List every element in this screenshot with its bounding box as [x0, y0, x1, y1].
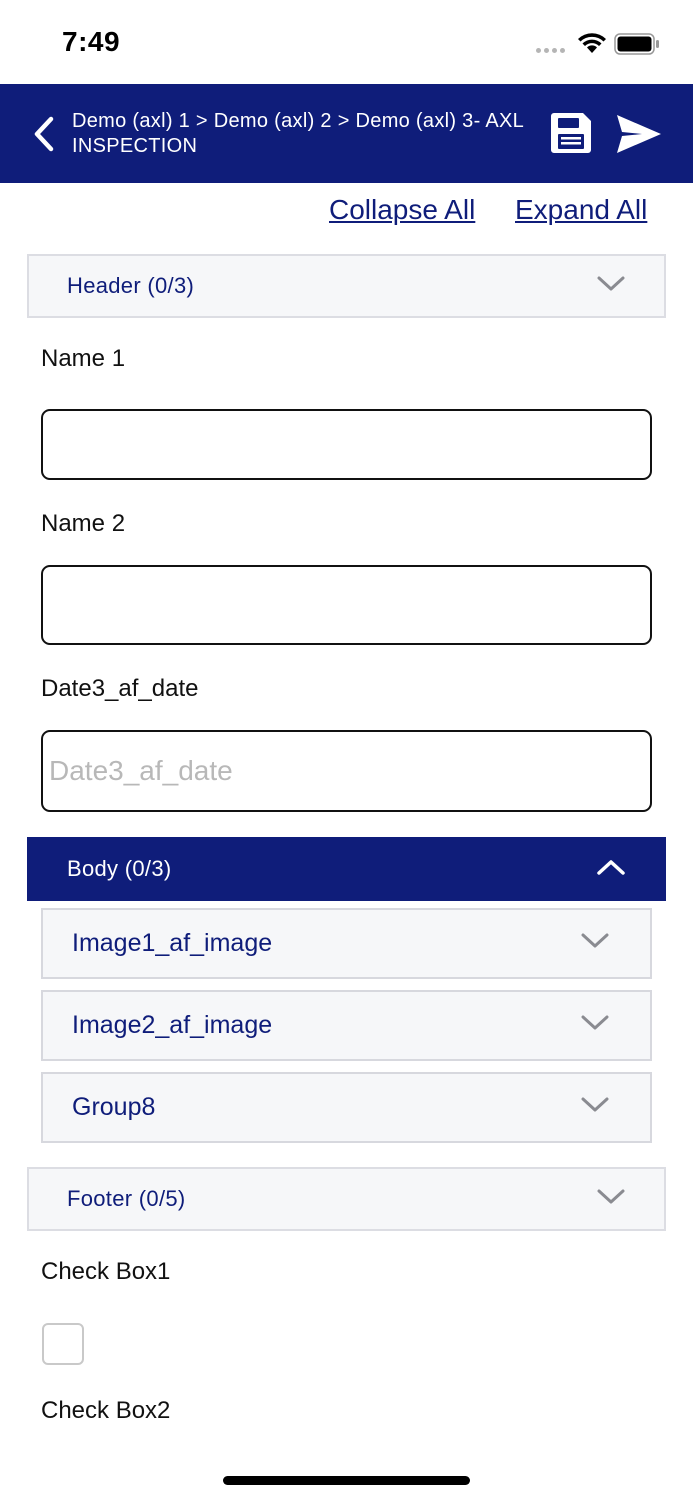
- section-footer-label: Footer (0/5): [67, 1186, 186, 1211]
- name1-field[interactable]: [41, 409, 652, 480]
- section-footer[interactable]: Footer (0/5): [27, 1167, 666, 1231]
- cellular-signal-icon: [536, 48, 565, 53]
- floppy-disk-icon: [551, 113, 591, 153]
- chevron-down-icon: [581, 1015, 609, 1030]
- section-body-label: Body (0/3): [67, 856, 172, 881]
- save-button[interactable]: [547, 109, 595, 157]
- section-header-label: Header (0/3): [67, 273, 195, 298]
- status-bar: 7:49: [0, 0, 693, 84]
- date3-label: Date3_af_date: [41, 675, 199, 702]
- body-item-image1[interactable]: Image1_af_image: [41, 908, 652, 979]
- expand-all-link[interactable]: Expand All: [515, 194, 647, 226]
- section-header[interactable]: Header (0/3): [27, 254, 666, 318]
- breadcrumb-title: Demo (axl) 1 > Demo (axl) 2 > Demo (axl)…: [72, 110, 524, 157]
- body-item-label: Group8: [72, 1093, 156, 1121]
- wifi-icon: [578, 33, 606, 53]
- check-box2-label: Check Box2: [41, 1397, 171, 1424]
- chevron-left-icon: [34, 116, 54, 152]
- chevron-up-icon: [597, 860, 625, 875]
- chevron-down-icon: [597, 276, 625, 291]
- body-item-label: Image2_af_image: [72, 1011, 273, 1039]
- send-button[interactable]: [614, 112, 664, 156]
- name2-label: Name 2: [41, 510, 126, 537]
- check-box1-label: Check Box1: [41, 1258, 171, 1285]
- body-item-label: Image1_af_image: [72, 929, 273, 957]
- chevron-down-icon: [581, 933, 609, 948]
- name1-label: Name 1: [41, 345, 126, 372]
- chevron-down-icon: [581, 1097, 609, 1112]
- home-indicator[interactable]: [223, 1476, 470, 1485]
- app-header: Demo (axl) 1 > Demo (axl) 2 > Demo (axl)…: [0, 84, 693, 183]
- name2-field[interactable]: [41, 565, 652, 645]
- body-item-group8[interactable]: Group8: [41, 1072, 652, 1143]
- section-body[interactable]: Body (0/3): [27, 837, 666, 901]
- battery-icon: [614, 33, 659, 55]
- collapse-all-link[interactable]: Collapse All: [329, 194, 475, 226]
- status-time: 7:49: [62, 26, 121, 57]
- date3-field[interactable]: [41, 730, 652, 812]
- paper-plane-icon: [617, 115, 661, 153]
- check-box1-checkbox[interactable]: [42, 1323, 84, 1365]
- chevron-down-icon: [597, 1189, 625, 1204]
- back-button[interactable]: [26, 112, 62, 156]
- body-item-image2[interactable]: Image2_af_image: [41, 990, 652, 1061]
